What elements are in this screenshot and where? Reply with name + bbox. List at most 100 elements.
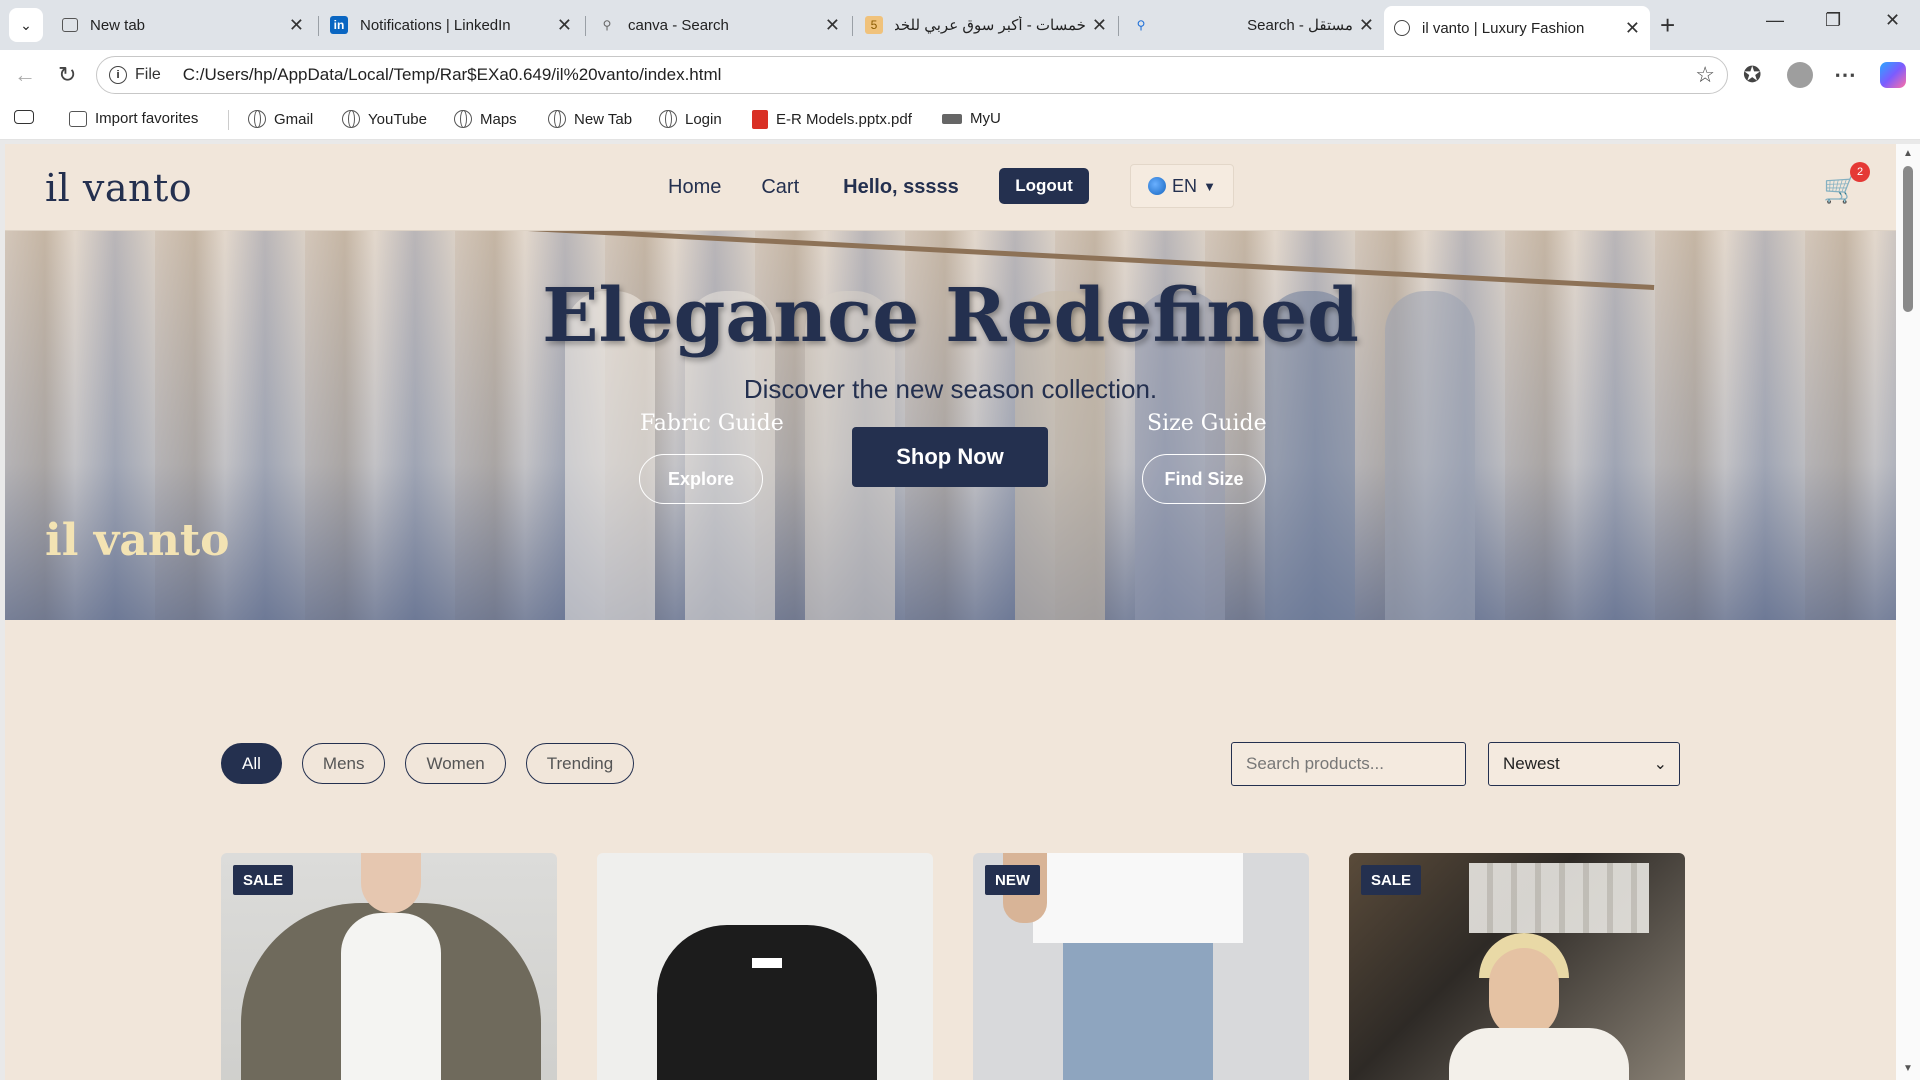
search-icon: ⚲ — [602, 18, 612, 32]
tab-canva-search[interactable]: ⚲ canva - Search ✕ — [588, 6, 850, 44]
chevron-down-icon: ⌄ — [20, 16, 32, 33]
product-card[interactable]: SALE — [1349, 853, 1685, 1080]
bookmark-youtube[interactable]: YouTube — [342, 110, 427, 128]
sale-badge: SALE — [233, 865, 294, 895]
tab-actions-menu-button[interactable]: ⌄ — [9, 8, 43, 42]
new-badge: NEW — [985, 865, 1040, 895]
tab-mostaql-search[interactable]: ⚲ Search - مستقل ✕ — [1122, 6, 1384, 44]
site-logo[interactable]: il vanto — [45, 166, 192, 210]
bookmark-label: E-R Models.pptx.pdf — [776, 111, 912, 128]
favorite-star-icon[interactable]: ☆ — [1695, 62, 1715, 88]
globe-icon — [1394, 20, 1410, 36]
tab-new-tab[interactable]: New tab ✕ — [52, 6, 314, 44]
globe-icon — [342, 110, 360, 128]
import-icon — [69, 110, 87, 127]
filter-chip-all[interactable]: All — [221, 743, 282, 784]
restore-icon[interactable]: ❐ — [1825, 10, 1841, 31]
profile-avatar[interactable] — [1787, 62, 1813, 88]
bookmark-label: MyU — [970, 110, 1001, 127]
bookmark-label: Login — [685, 110, 722, 128]
linkedin-icon: in — [330, 16, 348, 34]
tab-title: خمسات - أكبر سوق عربي للخد — [895, 17, 1086, 34]
logout-button[interactable]: Logout — [999, 168, 1089, 204]
scroll-up-icon[interactable]: ▲ — [1903, 148, 1913, 159]
language-code: EN — [1172, 175, 1198, 196]
fabric-guide-title: Fabric Guide — [640, 411, 784, 436]
more-menu-icon[interactable]: ⋯ — [1834, 62, 1856, 88]
chevron-down-icon: ⌄ — [1653, 756, 1667, 773]
window-close-icon[interactable]: ✕ — [1885, 10, 1900, 31]
copilot-icon[interactable] — [1880, 62, 1906, 88]
address-bar[interactable]: i File C:/Users/hp/AppData/Local/Temp/Ra… — [96, 56, 1728, 94]
product-card[interactable]: NEW — [973, 853, 1309, 1080]
tab-il-vanto[interactable]: il vanto | Luxury Fashion ✕ — [1384, 6, 1650, 50]
close-icon[interactable]: ✕ — [1359, 15, 1374, 36]
find-size-button[interactable]: Find Size — [1142, 454, 1266, 504]
globe-icon — [659, 110, 677, 128]
tab-title: Search - مستقل — [1247, 17, 1353, 34]
product-search-input[interactable]: Search products... — [1231, 742, 1466, 786]
tab-khamsat[interactable]: 5 خمسات - أكبر سوق عربي للخد ✕ — [855, 6, 1117, 44]
site-header: il vanto Home Cart Hello, sssss Logout E… — [5, 144, 1896, 231]
url-text[interactable]: C:/Users/hp/AppData/Local/Temp/Rar$EXa0.… — [183, 65, 722, 85]
tab-linkedin[interactable]: in Notifications | LinkedIn ✕ — [320, 6, 582, 44]
explore-button[interactable]: Explore — [639, 454, 763, 504]
language-selector[interactable]: EN ▼ — [1130, 164, 1234, 208]
category-filters: All Mens Women Trending — [221, 743, 635, 784]
info-icon[interactable]: i — [109, 66, 127, 84]
close-icon[interactable]: ✕ — [1092, 15, 1107, 36]
bookmark-myu[interactable]: MyU — [942, 110, 1001, 127]
page-scrollbar[interactable]: ▲ ▼ — [1896, 144, 1920, 1080]
search-placeholder: Search products... — [1246, 754, 1384, 773]
sort-select[interactable]: Newest ⌄ — [1488, 742, 1680, 786]
globe-icon — [548, 110, 566, 128]
nav-cart-link[interactable]: Cart — [761, 176, 799, 199]
bookmark-new-tab[interactable]: New Tab — [548, 110, 632, 128]
favorites-icon[interactable]: ✪ — [1743, 62, 1761, 88]
hero-title: Elegance Redefined — [542, 273, 1359, 359]
bookmark-gmail[interactable]: Gmail — [248, 110, 313, 128]
new-tab-button[interactable]: + — [1660, 10, 1675, 41]
caret-down-icon: ▼ — [1203, 178, 1216, 194]
bookmark-label: New Tab — [574, 110, 633, 128]
tab-title: Notifications | LinkedIn — [360, 16, 511, 34]
reading-view-icon[interactable] — [14, 110, 34, 124]
hero-banner: Elegance Redefined Discover the new seas… — [5, 231, 1896, 620]
bookmark-import-favorites[interactable]: Import favorites — [69, 110, 198, 127]
newtab-icon — [62, 18, 78, 32]
scroll-down-icon[interactable]: ▼ — [1903, 1063, 1913, 1074]
web-page: il vanto Home Cart Hello, sssss Logout E… — [5, 144, 1896, 1080]
scrollbar-thumb[interactable] — [1903, 166, 1913, 312]
filter-chip-mens[interactable]: Mens — [301, 743, 386, 784]
hero-subtitle: Discover the new season collection. — [743, 374, 1158, 404]
bookmark-er-models-pdf[interactable]: E-R Models.pptx.pdf — [752, 110, 912, 129]
search-icon: ⚲ — [1136, 18, 1146, 32]
minimize-icon[interactable]: — — [1766, 10, 1784, 31]
filter-chip-trending[interactable]: Trending — [525, 743, 635, 784]
main-nav: Home Cart Hello, sssss — [668, 176, 959, 199]
globe-icon — [454, 110, 472, 128]
close-icon[interactable]: ✕ — [557, 15, 572, 36]
back-arrow-icon[interactable]: ← — [14, 62, 36, 88]
pdf-icon — [752, 110, 768, 129]
shop-now-button[interactable]: Shop Now — [852, 427, 1048, 487]
tab-title: il vanto | Luxury Fashion — [1422, 19, 1585, 37]
close-icon[interactable]: ✕ — [825, 15, 840, 36]
close-icon[interactable]: ✕ — [289, 15, 304, 36]
bookmark-maps[interactable]: Maps — [454, 110, 517, 128]
sale-badge: SALE — [1361, 865, 1422, 895]
nav-home-link[interactable]: Home — [668, 176, 721, 199]
bookmark-label: YouTube — [368, 110, 427, 128]
filter-chip-women[interactable]: Women — [405, 743, 506, 784]
bookmark-label: Gmail — [274, 110, 314, 128]
bookmark-login[interactable]: Login — [659, 110, 722, 128]
tab-divider — [1118, 16, 1119, 36]
product-card[interactable]: SALE — [221, 853, 557, 1080]
khamsat-icon: 5 — [865, 16, 883, 34]
refresh-icon[interactable]: ↻ — [58, 62, 76, 88]
tab-divider — [318, 16, 319, 36]
cart-count-badge: 2 — [1850, 162, 1870, 182]
close-icon[interactable]: ✕ — [1625, 18, 1640, 39]
product-card[interactable] — [597, 853, 933, 1080]
tab-title: New tab — [90, 16, 146, 34]
